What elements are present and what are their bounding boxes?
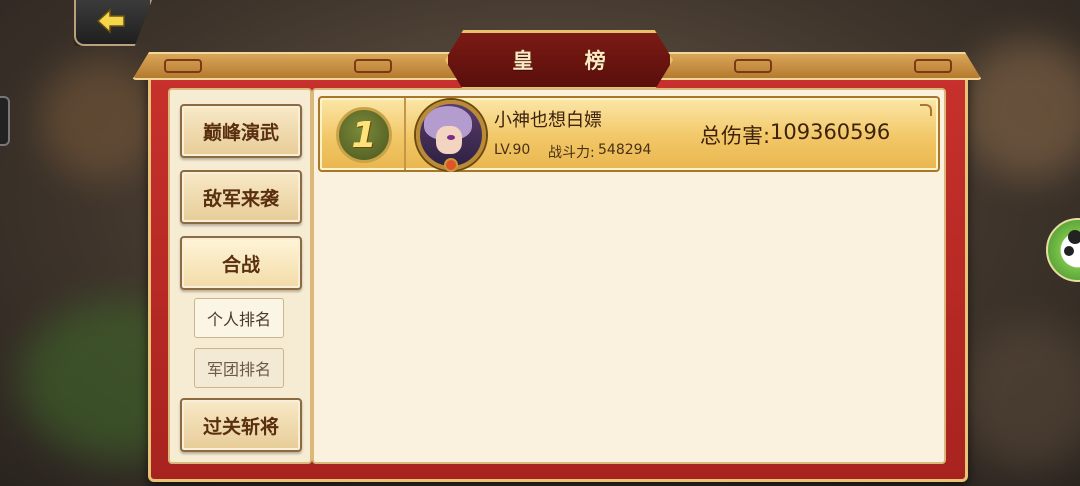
- tab-joint-battle[interactable]: 合战: [180, 236, 302, 290]
- title-plaque: 皇 榜: [445, 30, 673, 90]
- player-name: 小神也想白嫖: [494, 110, 602, 131]
- player-level: LV.90: [494, 142, 531, 158]
- rank-number: 1: [351, 114, 377, 156]
- ranking-list: 1 小神也想白嫖 LV.90 战斗力: 548294 总伤害: 10936059…: [312, 88, 946, 464]
- tab-peak-duel[interactable]: 巅峰演武: [180, 104, 302, 158]
- total-damage-label: 总伤害:: [700, 124, 771, 148]
- back-arrow-icon: [96, 8, 125, 34]
- tab-label: 巅峰演武: [202, 121, 279, 144]
- tab-enemy-raid[interactable]: 敌军来袭: [180, 170, 302, 224]
- rank-medal-icon: 1: [336, 107, 392, 163]
- power-value: 548294: [598, 142, 652, 158]
- side-edge-tab[interactable]: [0, 96, 10, 146]
- rank-cell: 1: [320, 98, 406, 170]
- ranking-row[interactable]: 1 小神也想白嫖 LV.90 战斗力: 548294 总伤害: 10936059…: [318, 96, 940, 172]
- subtab-personal-rank[interactable]: 个人排名: [194, 298, 284, 338]
- subtab-label: 个人排名: [206, 310, 271, 329]
- power-label: 战斗力:: [548, 145, 595, 161]
- page-title: 皇 榜: [512, 49, 628, 73]
- corner-ornament: [920, 104, 932, 116]
- tab-label: 合战: [221, 253, 260, 276]
- avatar-gem-icon: [444, 158, 458, 172]
- tab-label: 过关斩将: [202, 415, 279, 438]
- category-sidebar: 巅峰演武 敌军来袭 合战 个人排名 军团排名 过关斩将: [168, 88, 312, 464]
- subtab-label: 军团排名: [206, 360, 271, 379]
- tab-pass-challenge[interactable]: 过关斩将: [180, 398, 302, 452]
- tab-label: 敌军来袭: [202, 187, 279, 210]
- subtab-legion-rank[interactable]: 军团排名: [194, 348, 284, 388]
- total-damage-value: 109360596: [770, 120, 891, 144]
